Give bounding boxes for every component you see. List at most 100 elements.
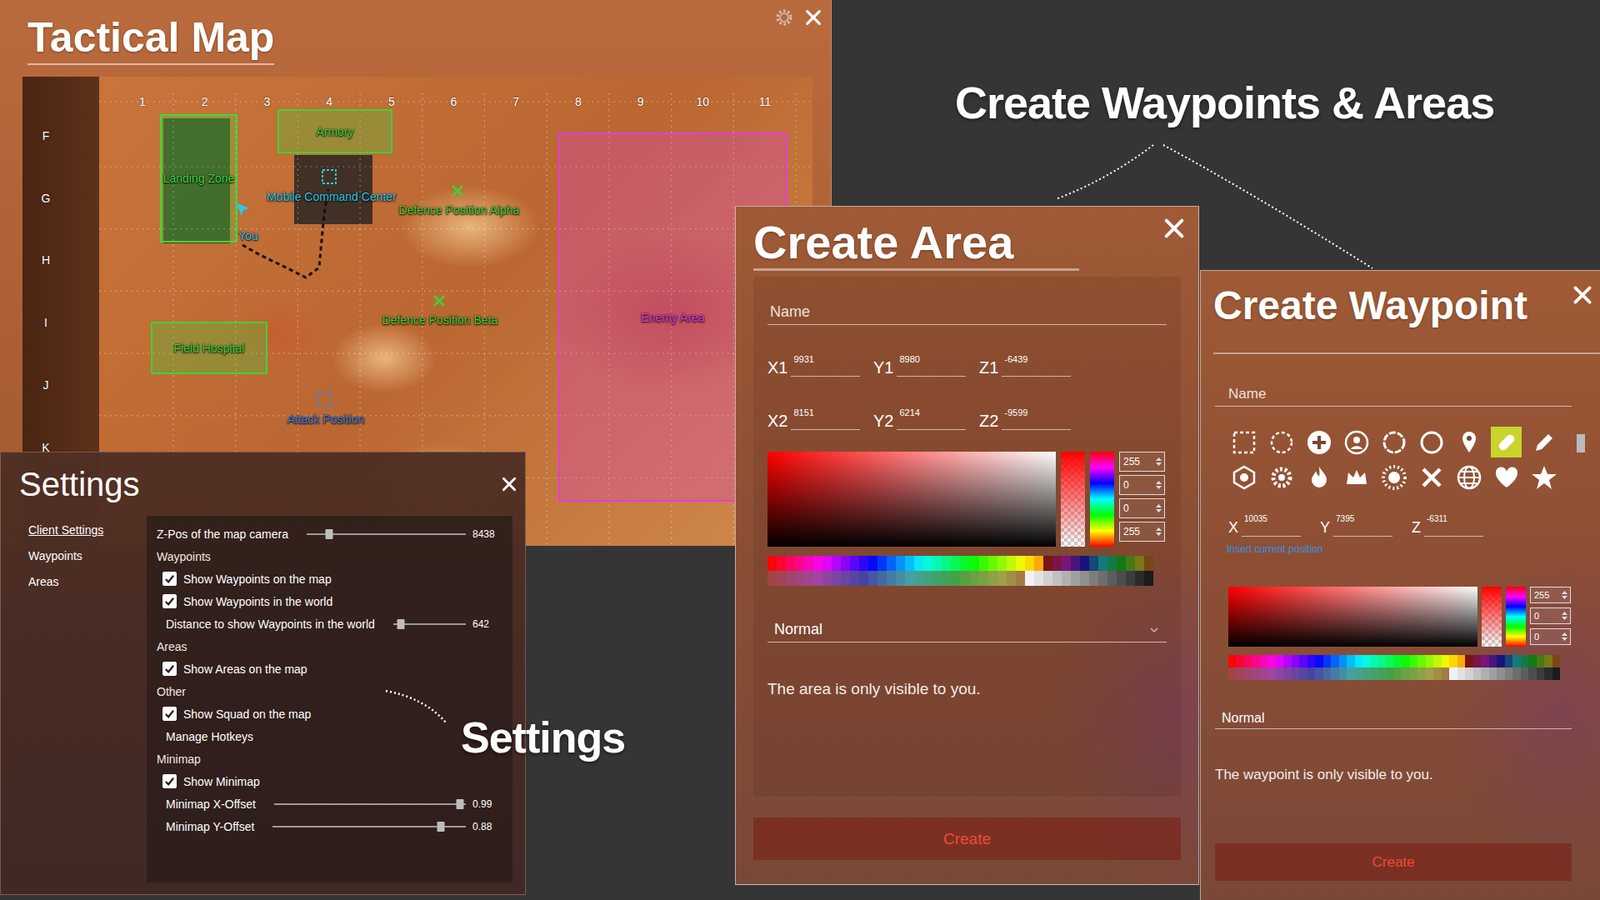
nav-item[interactable]: Waypoints	[28, 548, 83, 564]
color-swatch[interactable]	[1291, 655, 1300, 668]
color-swatch[interactable]	[886, 570, 896, 586]
color-swatch[interactable]	[1441, 655, 1450, 668]
color-swatch[interactable]	[1260, 667, 1268, 680]
color-swatch[interactable]	[1235, 655, 1244, 668]
map-area[interactable]: Landing Zone	[160, 114, 238, 243]
color-swatch[interactable]	[1275, 667, 1284, 680]
coordinate-input[interactable]: 9931	[790, 353, 860, 377]
color-swatch[interactable]	[1135, 555, 1145, 571]
saturation-field[interactable]	[1228, 586, 1478, 647]
color-swatch[interactable]	[1025, 570, 1035, 586]
color-swatch[interactable]	[997, 570, 1007, 586]
color-swatch[interactable]	[1362, 667, 1370, 680]
icon-option[interactable]	[1490, 461, 1522, 493]
color-swatch[interactable]	[1401, 655, 1410, 668]
cross-waypoint-icon[interactable]	[449, 182, 466, 200]
color-swatch[interactable]	[1394, 667, 1402, 680]
icon-option[interactable]	[1228, 461, 1260, 493]
gear-icon[interactable]	[774, 7, 795, 28]
icon-option[interactable]	[1303, 461, 1335, 493]
color-swatch[interactable]	[1043, 555, 1053, 571]
color-swatch[interactable]	[785, 570, 795, 586]
map-area[interactable]: Armory	[277, 109, 393, 154]
color-swatch[interactable]	[1386, 655, 1395, 668]
icon-option[interactable]	[1415, 461, 1447, 493]
spinner-arrows-icon[interactable]	[1561, 610, 1568, 621]
color-swatch[interactable]	[1267, 655, 1275, 668]
coordinate-field[interactable]: X2 8151	[767, 406, 874, 430]
settings-window[interactable]: Settings Client SettingsWaypointsAreas Z…	[0, 451, 526, 895]
color-swatch[interactable]	[1425, 655, 1434, 668]
channel-input[interactable]: 255	[1119, 451, 1165, 472]
color-swatch[interactable]	[767, 555, 777, 571]
color-swatch[interactable]	[1251, 655, 1260, 668]
color-swatch[interactable]	[905, 570, 915, 586]
color-swatch[interactable]	[1251, 667, 1260, 680]
spinner-arrows-icon[interactable]	[1561, 631, 1568, 642]
color-swatch[interactable]	[988, 555, 998, 571]
checkbox[interactable]	[162, 706, 177, 721]
slider-thumb[interactable]	[325, 529, 333, 540]
name-input[interactable]: Name	[767, 300, 1167, 325]
color-swatch[interactable]	[831, 555, 841, 571]
color-swatch[interactable]	[1339, 667, 1347, 680]
checkbox[interactable]	[162, 571, 177, 586]
color-swatch[interactable]	[1410, 655, 1418, 668]
color-swatch[interactable]	[1061, 570, 1071, 586]
color-swatch[interactable]	[1275, 655, 1284, 668]
coordinate-field[interactable]: Z1 -6439	[979, 353, 1085, 377]
color-swatch[interactable]	[1330, 655, 1339, 668]
color-swatch[interactable]	[859, 555, 869, 571]
checkbox[interactable]	[162, 661, 177, 676]
coordinate-input[interactable]: 7395	[1333, 513, 1393, 537]
icon-option[interactable]	[1453, 426, 1485, 458]
color-swatch[interactable]	[1070, 570, 1080, 586]
close-icon[interactable]	[1162, 216, 1186, 240]
color-swatch[interactable]	[1080, 555, 1090, 571]
spinner-arrows-icon[interactable]	[1561, 590, 1568, 600]
spinner-arrows-icon[interactable]	[1155, 480, 1162, 490]
checkbox[interactable]	[162, 774, 177, 789]
color-swatch[interactable]	[1330, 667, 1339, 680]
slider-row[interactable]: Z-Pos of the map camera 8438	[156, 522, 501, 545]
create-waypoint-window[interactable]: Create Waypoint Name X 10035Y 7395Z -631…	[1200, 270, 1600, 900]
color-swatch[interactable]	[914, 555, 924, 571]
hue-bar[interactable]	[1505, 586, 1526, 647]
color-swatch[interactable]	[914, 570, 924, 586]
color-swatch[interactable]	[831, 570, 841, 586]
color-swatch[interactable]	[1307, 667, 1315, 680]
color-swatch[interactable]	[840, 555, 850, 571]
color-swatch[interactable]	[1307, 655, 1315, 668]
color-swatch[interactable]	[1355, 667, 1363, 680]
color-swatch[interactable]	[970, 555, 980, 571]
map-area[interactable]: Field Hospital	[150, 321, 268, 375]
color-swatch[interactable]	[1144, 570, 1154, 586]
color-swatch[interactable]	[895, 570, 905, 586]
color-swatch[interactable]	[1457, 667, 1465, 680]
color-swatch[interactable]	[776, 570, 786, 586]
color-swatch[interactable]	[795, 555, 805, 571]
color-swatch[interactable]	[1441, 667, 1450, 680]
coordinate-field[interactable]: Y2 6214	[873, 406, 980, 430]
color-swatch[interactable]	[1323, 655, 1331, 668]
alpha-bar[interactable]	[1060, 451, 1085, 547]
slider-track[interactable]	[393, 623, 466, 625]
coordinate-input[interactable]: 8151	[790, 406, 860, 430]
color-swatch[interactable]	[813, 570, 823, 586]
color-swatch[interactable]	[1552, 667, 1560, 680]
color-swatch[interactable]	[1473, 655, 1481, 668]
color-swatch[interactable]	[795, 570, 805, 586]
color-swatch[interactable]	[1315, 655, 1323, 668]
checkbox[interactable]	[162, 594, 177, 609]
coordinate-input[interactable]: -9599	[1001, 406, 1071, 430]
color-swatch[interactable]	[979, 555, 989, 571]
color-swatch[interactable]	[1370, 655, 1379, 668]
icon-option[interactable]	[1265, 426, 1297, 458]
color-swatch[interactable]	[1116, 570, 1126, 586]
checkbox-row[interactable]: Show Areas on the map	[156, 657, 501, 680]
color-swatch[interactable]	[1015, 570, 1025, 586]
channel-input[interactable]: 0	[1530, 607, 1571, 625]
color-swatch[interactable]	[1520, 655, 1529, 668]
color-swatch[interactable]	[923, 570, 933, 586]
create-button[interactable]: Create	[1215, 843, 1572, 881]
